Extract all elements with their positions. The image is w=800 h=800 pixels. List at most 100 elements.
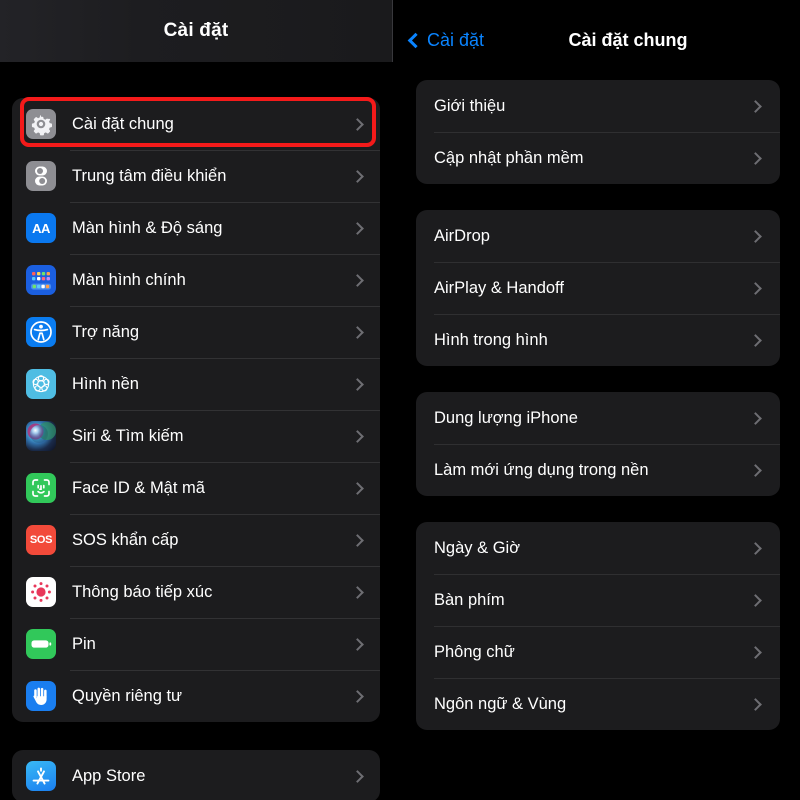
privacy-hand-icon — [26, 681, 56, 711]
sidebar-item-label: Màn hình & Độ sáng — [72, 218, 223, 237]
sidebar-item-face-id[interactable]: Face ID & Mật mã — [12, 462, 380, 514]
sidebar-item-label: Hình nền — [72, 374, 139, 393]
sidebar-item-battery[interactable]: Pin — [12, 618, 380, 670]
face-id-icon — [26, 473, 56, 503]
list-item-about[interactable]: Giới thiệu — [416, 80, 780, 132]
sidebar-item-app-store[interactable]: App Store — [12, 750, 380, 800]
sidebar-item-accessibility[interactable]: Trợ năng — [12, 306, 380, 358]
general-settings-pane: Cài đặt Cài đặt chung Giới thiệu Cập nhậ… — [396, 0, 800, 800]
chevron-right-icon — [351, 117, 364, 131]
sidebar-item-label: App Store — [72, 766, 146, 785]
list-item-picture-in-picture[interactable]: Hình trong hình — [416, 314, 780, 366]
settings-group-apps: App Store — [12, 750, 380, 800]
chevron-right-icon — [749, 281, 762, 295]
list-item-label: Giới thiệu — [434, 96, 506, 115]
back-button-label: Cài đặt — [427, 29, 485, 50]
sidebar-item-label: Trợ năng — [72, 322, 140, 341]
list-item-date-time[interactable]: Ngày & Giờ — [416, 522, 780, 574]
aa-glyph: AA — [32, 220, 50, 236]
chevron-right-icon — [749, 229, 762, 243]
sidebar-item-emergency-sos[interactable]: SOS SOS khẩn cấp — [12, 514, 380, 566]
chevron-right-icon — [351, 533, 364, 547]
chevron-right-icon — [351, 325, 364, 339]
general-group-connectivity: AirDrop AirPlay & Handoff Hình trong hìn… — [416, 210, 780, 366]
list-item-label: Ngôn ngữ & Vùng — [434, 694, 567, 713]
list-item-label: AirPlay & Handoff — [434, 278, 564, 297]
sidebar-item-privacy[interactable]: Quyền riêng tư — [12, 670, 380, 722]
sos-icon: SOS — [26, 525, 56, 555]
list-item-keyboard[interactable]: Bàn phím — [416, 574, 780, 626]
chevron-right-icon — [351, 169, 364, 183]
sidebar-item-label: Face ID & Mật mã — [72, 478, 205, 497]
general-group-localization: Ngày & Giờ Bàn phím Phông chữ Ngôn ngữ &… — [416, 522, 780, 730]
list-item-label: Dung lượng iPhone — [434, 408, 578, 427]
battery-icon — [26, 629, 56, 659]
sidebar-item-label: Cài đặt chung — [72, 114, 174, 133]
control-center-icon — [26, 161, 56, 191]
right-nav-bar: Cài đặt Cài đặt chung — [396, 0, 800, 80]
accessibility-icon — [26, 317, 56, 347]
wallpaper-icon — [26, 369, 56, 399]
app-store-icon — [26, 761, 56, 791]
chevron-right-icon — [351, 429, 364, 443]
chevron-right-icon — [749, 697, 762, 711]
sidebar-item-label: Quyền riêng tư — [72, 686, 183, 705]
page-title: Cài đặt — [163, 20, 229, 41]
chevron-right-icon — [351, 769, 364, 783]
chevron-left-icon — [407, 32, 424, 48]
list-item-label: Làm mới ứng dụng trong nền — [434, 460, 649, 479]
list-item-airplay-handoff[interactable]: AirPlay & Handoff — [416, 262, 780, 314]
siri-icon — [26, 421, 56, 451]
back-button[interactable]: Cài đặt — [406, 30, 484, 51]
sidebar-item-exposure-notifications[interactable]: Thông báo tiếp xúc — [12, 566, 380, 618]
list-item-label: Phông chữ — [434, 642, 515, 661]
sidebar-item-home-screen[interactable]: Màn hình chính — [12, 254, 380, 306]
list-item-label: AirDrop — [434, 226, 490, 245]
chevron-right-icon — [749, 645, 762, 659]
sidebar-item-label: Thông báo tiếp xúc — [72, 582, 213, 601]
chevron-right-icon — [749, 411, 762, 425]
sidebar-item-general[interactable]: Cài đặt chung — [12, 98, 380, 150]
chevron-right-icon — [749, 541, 762, 555]
ios-settings-split-view: Cài đặt Cài đặt chung Trung tâm điều khi… — [0, 0, 800, 800]
settings-group-main: Cài đặt chung Trung tâm điều khiển AA Mà… — [12, 98, 380, 722]
chevron-right-icon — [749, 463, 762, 477]
display-brightness-icon: AA — [26, 213, 56, 243]
list-item-background-app-refresh[interactable]: Làm mới ứng dụng trong nền — [416, 444, 780, 496]
list-item-airdrop[interactable]: AirDrop — [416, 210, 780, 262]
chevron-right-icon — [351, 481, 364, 495]
chevron-right-icon — [351, 221, 364, 235]
home-screen-icon — [26, 265, 56, 295]
chevron-right-icon — [749, 333, 762, 347]
list-item-language-region[interactable]: Ngôn ngữ & Vùng — [416, 678, 780, 730]
sidebar-item-siri-search[interactable]: Siri & Tìm kiếm — [12, 410, 380, 462]
sidebar-item-label: Màn hình chính — [72, 270, 186, 289]
list-item-fonts[interactable]: Phông chữ — [416, 626, 780, 678]
chevron-right-icon — [351, 637, 364, 651]
list-item-iphone-storage[interactable]: Dung lượng iPhone — [416, 392, 780, 444]
sidebar-item-display-brightness[interactable]: AA Màn hình & Độ sáng — [12, 202, 380, 254]
chevron-right-icon — [749, 151, 762, 165]
chevron-right-icon — [351, 377, 364, 391]
chevron-right-icon — [351, 273, 364, 287]
gear-icon — [26, 109, 56, 139]
general-group-storage: Dung lượng iPhone Làm mới ứng dụng trong… — [416, 392, 780, 496]
list-item-label: Bàn phím — [434, 590, 505, 609]
sos-glyph: SOS — [29, 534, 53, 546]
sidebar-item-label: Trung tâm điều khiển — [72, 166, 227, 185]
chevron-right-icon — [351, 689, 364, 703]
list-item-label: Hình trong hình — [434, 330, 548, 349]
general-group-about: Giới thiệu Cập nhật phần mềm — [416, 80, 780, 184]
exposure-notification-icon — [26, 577, 56, 607]
sidebar-item-label: SOS khẩn cấp — [72, 530, 179, 549]
chevron-right-icon — [749, 99, 762, 113]
left-nav-bar: Cài đặt — [0, 0, 392, 62]
list-item-label: Ngày & Giờ — [434, 538, 521, 557]
list-item-software-update[interactable]: Cập nhật phần mềm — [416, 132, 780, 184]
settings-list: Cài đặt chung Trung tâm điều khiển AA Mà… — [0, 62, 392, 800]
sidebar-item-wallpaper[interactable]: Hình nền — [12, 358, 380, 410]
sidebar-item-label: Siri & Tìm kiếm — [72, 426, 184, 445]
chevron-right-icon — [749, 593, 762, 607]
sidebar-item-control-center[interactable]: Trung tâm điều khiển — [12, 150, 380, 202]
sidebar-item-label: Pin — [72, 634, 96, 653]
